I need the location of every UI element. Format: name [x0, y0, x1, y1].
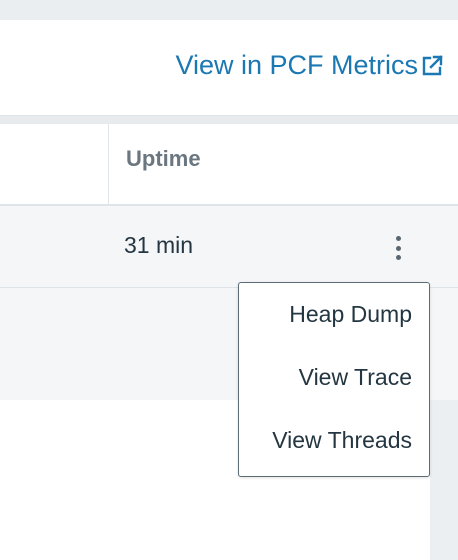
uptime-cell: 31 min [124, 232, 194, 258]
scroll-gutter [430, 400, 458, 560]
view-in-pcf-metrics-link[interactable]: View in PCF Metrics [175, 50, 444, 81]
actions-dropdown-menu: Heap Dump View Trace View Threads [238, 282, 430, 477]
column-header-uptime: Uptime [126, 146, 201, 171]
header-card: View in PCF Metrics [0, 20, 458, 116]
kebab-dot [395, 245, 401, 251]
kebab-menu-icon[interactable] [388, 232, 408, 264]
menu-item-view-trace[interactable]: View Trace [299, 364, 412, 391]
external-link-icon [420, 54, 444, 78]
kebab-dot [395, 236, 401, 241]
menu-item-heap-dump[interactable]: Heap Dump [289, 301, 412, 328]
column-divider [108, 124, 109, 204]
table-row: 31 min [0, 204, 458, 288]
pcf-link-label: View in PCF Metrics [175, 50, 418, 80]
kebab-dot [395, 255, 401, 260]
top-strip [0, 0, 458, 20]
table-header: Uptime [0, 124, 458, 204]
section-gap [0, 116, 458, 124]
menu-item-view-threads[interactable]: View Threads [272, 427, 412, 454]
